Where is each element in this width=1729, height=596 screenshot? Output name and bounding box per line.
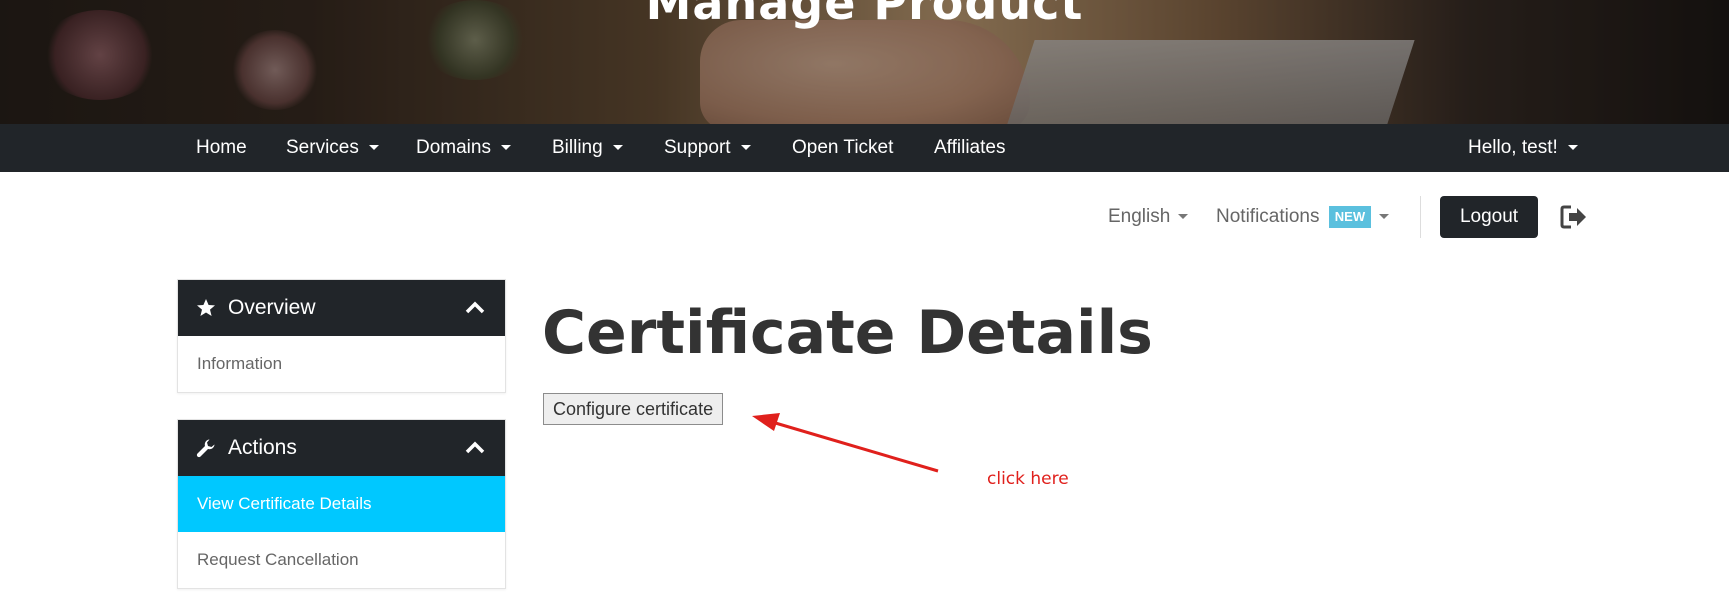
caret-down-icon bbox=[612, 145, 623, 151]
overview-panel-header[interactable]: Overview bbox=[178, 280, 505, 336]
sidebar-item-information[interactable]: Information bbox=[178, 336, 505, 392]
language-selector[interactable]: English bbox=[1108, 202, 1189, 232]
configure-certificate-button[interactable]: Configure certificate bbox=[543, 393, 724, 425]
sidebar-item-request-cancellation[interactable]: Request Cancellation bbox=[178, 532, 505, 588]
caret-down-icon bbox=[368, 145, 379, 151]
caret-down-icon bbox=[1178, 214, 1189, 220]
overview-title: Overview bbox=[228, 296, 316, 319]
nav-affiliates[interactable]: Affiliates bbox=[934, 124, 1005, 172]
nav-billing[interactable]: Billing bbox=[552, 124, 623, 172]
user-menu[interactable]: Hello, test! bbox=[1468, 124, 1578, 172]
actions-panel: Actions View Certificate Details Request… bbox=[177, 419, 506, 589]
new-badge: NEW bbox=[1328, 205, 1372, 228]
chevron-up-icon[interactable] bbox=[465, 440, 485, 454]
nav-home[interactable]: Home bbox=[196, 124, 247, 172]
nav-support[interactable]: Support bbox=[664, 124, 751, 172]
divider bbox=[1420, 196, 1421, 238]
nav-services[interactable]: Services bbox=[286, 124, 379, 172]
page-title: Certificate Details bbox=[542, 298, 1153, 368]
logout-button[interactable]: Logout bbox=[1440, 196, 1538, 238]
hero-banner: Manage Product bbox=[0, 0, 1729, 124]
wrench-icon bbox=[196, 439, 215, 458]
star-icon bbox=[197, 299, 215, 316]
nav-domains[interactable]: Domains bbox=[416, 124, 511, 172]
notifications-menu[interactable]: Notifications NEW bbox=[1216, 202, 1390, 232]
caret-down-icon bbox=[740, 145, 751, 151]
caret-down-icon bbox=[500, 145, 511, 151]
annotation-label: click here bbox=[987, 469, 1069, 489]
caret-down-icon bbox=[1379, 214, 1390, 220]
nav-open-ticket[interactable]: Open Ticket bbox=[792, 124, 893, 172]
overview-panel: Overview Information bbox=[177, 279, 506, 393]
main-navbar: Home Services Domains Billing Support Op… bbox=[0, 124, 1729, 172]
sign-out-icon[interactable] bbox=[1560, 204, 1588, 230]
caret-down-icon bbox=[1567, 145, 1578, 151]
sidebar-item-view-certificate-details[interactable]: View Certificate Details bbox=[178, 476, 505, 532]
chevron-up-icon[interactable] bbox=[465, 300, 485, 314]
actions-panel-header[interactable]: Actions bbox=[178, 420, 505, 476]
actions-title: Actions bbox=[228, 436, 297, 459]
hero-title: Manage Product bbox=[645, 0, 1084, 30]
